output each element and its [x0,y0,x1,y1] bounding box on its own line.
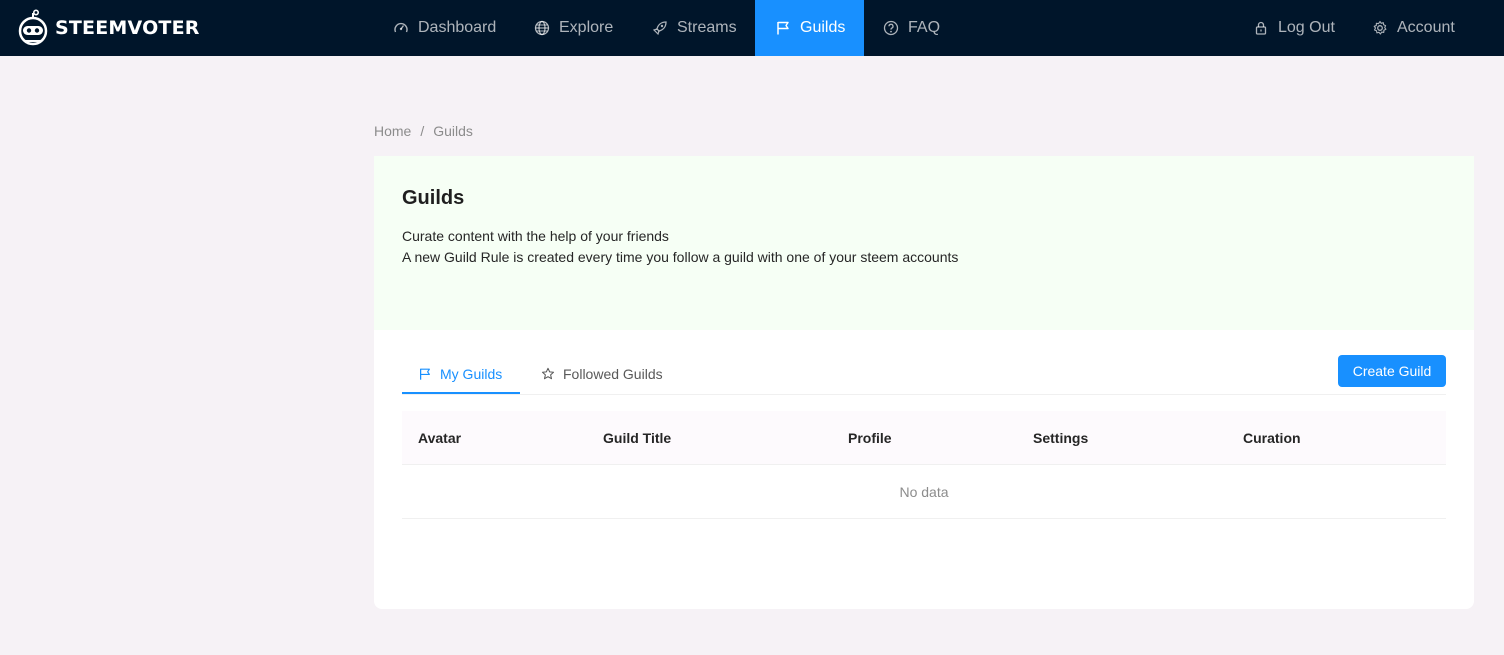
nav-guilds-label: Guilds [800,19,846,36]
column-header-curation: Curation [1243,430,1301,446]
flag-icon [777,21,789,35]
nav-faq[interactable]: FAQ [883,0,940,56]
nav-explore-label: Explore [559,19,614,36]
nav-logout[interactable]: Log Out [1253,0,1335,56]
flag-icon [420,368,430,380]
breadcrumb-current: Guilds [433,123,473,139]
guild-tabs: My Guilds Followed Guilds [402,354,1446,395]
column-header-guild-title: Guild Title [603,430,672,446]
guilds-table: Avatar Guild Title Profile Settings Cura… [402,411,1446,519]
dashboard-icon [394,22,408,33]
page-description-line-2: A new Guild Rule is created every time y… [402,249,959,265]
table-header: Avatar Guild Title Profile Settings Cura… [402,411,1446,465]
brand-name: STEEMVOTER [55,17,200,39]
page-header: Guilds Curate content with the help of y… [374,156,1474,330]
nav-account[interactable]: Account [1372,0,1455,56]
globe-icon [534,20,550,36]
empty-state: No data [899,484,949,500]
nav-account-label: Account [1397,19,1455,36]
column-header-settings: Settings [1033,430,1089,446]
page-description-line-1: Curate content with the help of your fri… [402,228,669,244]
breadcrumb: Home / Guilds [374,123,473,139]
table-body: No data [402,465,1446,519]
nav-guilds[interactable]: Guilds [755,0,864,56]
tab-followed-guilds-label: Followed Guilds [563,366,663,382]
brand-logo[interactable]: STEEMVOTER [14,0,200,56]
robot-logo-icon [18,9,48,46]
nav-streams[interactable]: Streams [652,0,737,56]
breadcrumb-separator: / [420,123,425,139]
page-title: Guilds [402,187,465,209]
tab-my-guilds-label: My Guilds [440,366,503,382]
column-header-avatar: Avatar [418,430,462,446]
guilds-card: Guilds Curate content with the help of y… [374,156,1474,609]
nav-explore[interactable]: Explore [534,0,613,56]
nav-faq-label: FAQ [908,19,941,36]
column-header-profile: Profile [848,430,892,446]
star-icon [541,367,555,380]
gear-icon [1373,20,1387,35]
nav-dashboard-label: Dashboard [418,19,497,36]
nav-dashboard[interactable]: Dashboard [393,0,496,56]
create-guild-button[interactable]: Create Guild [1338,355,1446,387]
nav-streams-label: Streams [677,19,737,36]
top-navbar: STEEMVOTER Dashboard Explore Streams Gui… [0,0,1504,56]
tab-my-guilds[interactable]: My Guilds [418,354,502,394]
breadcrumb-home[interactable]: Home [374,123,411,139]
tab-followed-guilds[interactable]: Followed Guilds [541,354,663,394]
active-tab-indicator [402,392,520,394]
nav-logout-label: Log Out [1278,19,1335,36]
question-circle-icon [883,20,899,36]
lock-icon [1255,21,1267,35]
rocket-icon [652,21,667,36]
